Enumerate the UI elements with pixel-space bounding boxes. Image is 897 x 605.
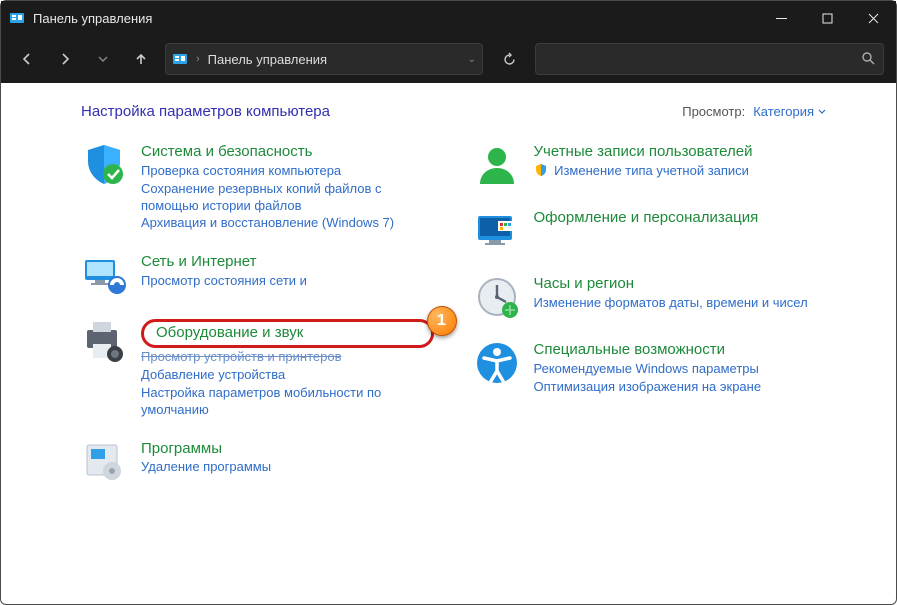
category-link[interactable]: Оборудование и звук [156, 324, 303, 341]
category-clock-region: Часы и регион Изменение форматов даты, в… [474, 274, 827, 320]
control-panel-icon [9, 10, 25, 26]
user-icon [474, 142, 520, 188]
nav-forward-button[interactable] [51, 45, 79, 73]
category-appearance: Оформление и персонализация [474, 208, 827, 254]
nav-recent-button[interactable] [89, 45, 117, 73]
task-link[interactable]: Оптимизация изображения на экране [534, 379, 762, 396]
printer-icon [81, 318, 127, 364]
view-label: Просмотр: [682, 104, 745, 119]
search-bar[interactable] [535, 43, 884, 75]
category-link[interactable]: Специальные возможности [534, 341, 762, 360]
task-link[interactable]: Удаление программы [141, 459, 271, 476]
category-link[interactable]: Программы [141, 440, 271, 459]
task-link[interactable]: Просмотр устройств и принтеров [141, 349, 434, 366]
right-column: Учетные записи пользователей Изменение т… [474, 142, 827, 485]
window-title: Панель управления [33, 11, 152, 26]
task-link[interactable]: Изменение форматов даты, времени и чисел [534, 295, 808, 312]
control-panel-addr-icon [172, 51, 188, 67]
search-input[interactable] [544, 51, 861, 68]
category-user-accounts: Учетные записи пользователей Изменение т… [474, 142, 827, 188]
category-link[interactable]: Часы и регион [534, 275, 808, 294]
search-icon[interactable] [861, 51, 875, 68]
programs-icon [81, 439, 127, 485]
task-link[interactable]: Архивация и восстановление (Windows 7) [141, 215, 434, 232]
minimize-button[interactable] [758, 1, 804, 35]
nav-up-button[interactable] [127, 45, 155, 73]
clock-icon [474, 274, 520, 320]
nav-back-button[interactable] [13, 45, 41, 73]
category-link[interactable]: Сеть и Интернет [141, 253, 307, 272]
network-icon [81, 252, 127, 298]
task-link[interactable]: Добавление устройства [141, 367, 434, 384]
category-hardware-sound: Оборудование и звук 1 Просмотр устройств… [81, 318, 434, 418]
task-link[interactable]: Рекомендуемые Windows параметры [534, 361, 762, 378]
category-network: Сеть и Интернет Просмотр состояния сети … [81, 252, 434, 298]
toolbar: › Панель управления ⌄ [1, 35, 896, 83]
titlebar-left: Панель управления [9, 10, 152, 26]
close-button[interactable] [850, 1, 896, 35]
annotation-badge: 1 [427, 306, 457, 336]
chevron-right-icon: › [196, 53, 200, 65]
left-column: Система и безопасность Проверка состояни… [81, 142, 434, 485]
titlebar: Панель управления [1, 1, 896, 35]
page-title: Настройка параметров компьютера [81, 103, 330, 120]
refresh-button[interactable] [493, 43, 525, 75]
shield-icon [81, 142, 127, 188]
header-row: Настройка параметров компьютера Просмотр… [81, 103, 826, 120]
view-selector[interactable]: Просмотр: Категория [682, 104, 826, 119]
chevron-down-icon[interactable]: ⌄ [468, 54, 476, 65]
uac-shield-icon [534, 163, 548, 177]
category-columns: Система и безопасность Проверка состояни… [81, 142, 826, 485]
category-programs: Программы Удаление программы [81, 439, 434, 485]
category-accessibility: Специальные возможности Рекомендуемые Wi… [474, 340, 827, 396]
chevron-down-icon [818, 108, 826, 116]
accessibility-icon [474, 340, 520, 386]
task-link[interactable]: Просмотр состояния сети и [141, 273, 307, 290]
category-link[interactable]: Оформление и персонализация [534, 209, 759, 228]
task-link[interactable]: Сохранение резервных копий файлов с помо… [141, 181, 434, 215]
task-link[interactable]: Настройка параметров мобильности по умол… [141, 385, 434, 419]
address-bar[interactable]: › Панель управления ⌄ [165, 43, 483, 75]
task-link[interactable]: Изменение типа учетной записи [534, 163, 753, 180]
address-text: Панель управления [208, 52, 460, 67]
personalization-icon [474, 208, 520, 254]
task-link[interactable]: Проверка состояния компьютера [141, 163, 434, 180]
view-value[interactable]: Категория [753, 104, 826, 119]
highlight-callout: Оборудование и звук 1 [141, 319, 434, 348]
content-area: Настройка параметров компьютера Просмотр… [1, 83, 896, 505]
window-buttons [758, 1, 896, 35]
category-link[interactable]: Система и безопасность [141, 143, 434, 162]
category-link[interactable]: Учетные записи пользователей [534, 143, 753, 162]
category-system-security: Система и безопасность Проверка состояни… [81, 142, 434, 232]
maximize-button[interactable] [804, 1, 850, 35]
